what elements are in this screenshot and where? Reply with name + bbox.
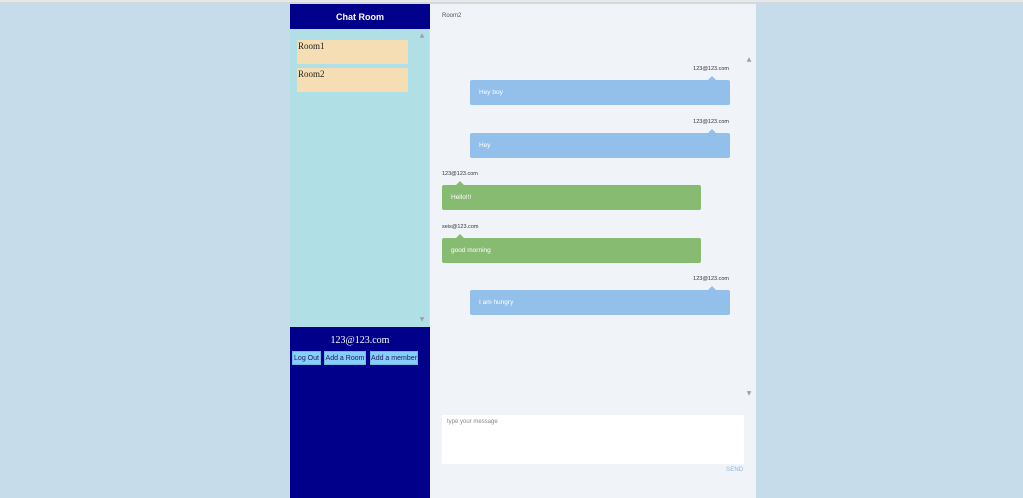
message-input[interactable] bbox=[442, 415, 744, 464]
message-sender: seis@123.com bbox=[442, 224, 479, 230]
current-user-email: 123@123.com bbox=[330, 335, 390, 346]
message-bubble: Hello!!! bbox=[442, 181, 701, 210]
message-list: 123@123.com Hey boy 123@123.com Hey 123@… bbox=[430, 52, 756, 402]
message-bubble: good morning bbox=[442, 234, 701, 263]
send-button[interactable]: SEND bbox=[726, 467, 743, 473]
user-panel: 123@123.com Log Out Add a Room Add a mem… bbox=[290, 327, 430, 498]
sidebar-title: Chat Room bbox=[290, 4, 430, 29]
message-text: Hey bbox=[479, 142, 491, 149]
chat-app: Chat Room Room1 Room2 ▲ ▼ 123@123.com Lo… bbox=[290, 4, 756, 498]
message-text: I am hungry bbox=[479, 299, 514, 306]
message-bubble: I am hungry bbox=[470, 286, 730, 315]
browser-top-edge bbox=[0, 0, 1023, 3]
room-item-room2[interactable]: Room2 bbox=[297, 68, 408, 92]
chat-panel: Room2 ▲ ▼ 123@123.com Hey boy 123@123.co… bbox=[430, 4, 756, 498]
room-list: Room1 Room2 ▲ ▼ bbox=[290, 29, 430, 327]
message-bubble: Hey bbox=[470, 129, 730, 158]
sidebar: Chat Room Room1 Room2 ▲ ▼ 123@123.com Lo… bbox=[290, 4, 430, 498]
room-item-room1[interactable]: Room1 bbox=[297, 40, 408, 64]
message-sender: 123@123.com bbox=[693, 66, 729, 72]
message-sender: 123@123.com bbox=[442, 171, 478, 177]
scroll-up-arrow-icon[interactable]: ▲ bbox=[417, 32, 427, 40]
message-text: good morning bbox=[451, 247, 491, 254]
message-text: Hello!!! bbox=[451, 194, 472, 201]
logout-button[interactable]: Log Out bbox=[292, 351, 321, 365]
room-list-scrollbar[interactable]: ▲ ▼ bbox=[417, 29, 427, 327]
message-text: Hey boy bbox=[479, 89, 503, 96]
message-sender: 123@123.com bbox=[693, 276, 729, 282]
message-sender: 123@123.com bbox=[693, 119, 729, 125]
add-member-button[interactable]: Add a member bbox=[370, 351, 418, 365]
room-title: Room2 bbox=[442, 13, 462, 19]
message-bubble: Hey boy bbox=[470, 76, 730, 105]
add-room-button[interactable]: Add a Room bbox=[324, 351, 366, 365]
scroll-down-arrow-icon[interactable]: ▼ bbox=[417, 316, 427, 324]
